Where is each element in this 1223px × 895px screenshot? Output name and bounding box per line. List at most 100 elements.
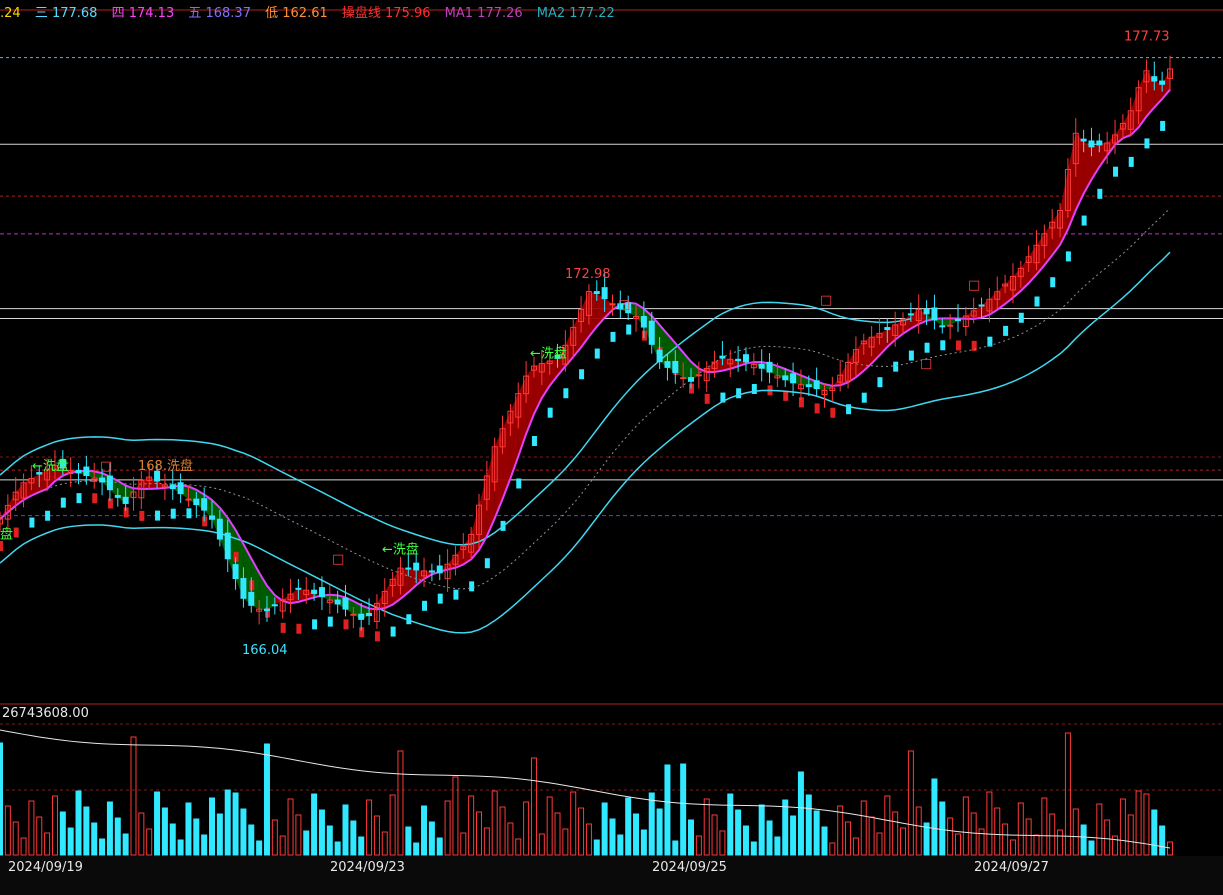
volume-readout: 26743608.00 (2, 706, 89, 721)
volume-bar-130 (1017, 802, 1024, 856)
volume-bar-146 (1143, 793, 1150, 856)
volume-bar-33 (256, 840, 263, 856)
volume-bar-97 (758, 804, 765, 856)
volume-bar-67 (523, 801, 530, 856)
volume-bar-50 (389, 794, 396, 856)
volume-bar-117 (915, 806, 922, 856)
support-step-44 (343, 619, 349, 630)
volume-bar-42 (326, 825, 333, 856)
candle-body-55 (428, 570, 435, 573)
candle-body-44 (342, 597, 349, 610)
candle-body-27 (209, 515, 216, 520)
volume-bar-137 (1072, 808, 1079, 856)
candle-body-14 (106, 475, 113, 491)
volume-bar-40 (311, 793, 318, 856)
volume-bar-21 (161, 807, 168, 856)
volume-bar-85 (664, 764, 671, 856)
volume-bar-148 (1159, 825, 1166, 856)
support-step-96 (751, 383, 757, 394)
volume-bar-7 (51, 795, 58, 856)
volume-bar-16 (122, 833, 129, 856)
volume-bar-90 (703, 798, 710, 856)
volume-bar-134 (1049, 813, 1056, 856)
legend-item-7: MA2 177.22 (536, 6, 615, 21)
support-step-72 (563, 388, 569, 399)
candle-body-78 (609, 303, 616, 306)
candle-body-103 (805, 384, 812, 388)
candle-body-92 (719, 355, 726, 359)
support-step-122 (955, 340, 961, 351)
candlestick-chart[interactable]: 177.73 166.04 172.98 ←洗盘 168.洗盘盘 ←洗盘 ←洗盘 □ □ □ □ □ □ (0, 0, 1223, 895)
annotation-7: □ (618, 298, 630, 313)
volume-bar-135 (1057, 829, 1064, 856)
volume-bar-98 (766, 820, 773, 856)
support-step-90 (704, 393, 710, 404)
volume-bar-119 (931, 778, 938, 856)
volume-bar-125 (978, 828, 985, 856)
volume-bar-2 (12, 821, 19, 856)
volume-bar-11 (83, 806, 90, 856)
volume-bar-66 (515, 838, 522, 856)
volume-bar-72 (562, 828, 569, 856)
candle-body-23 (177, 482, 184, 495)
volume-bar-48 (373, 815, 380, 856)
volume-bar-5 (36, 816, 43, 856)
support-step-56 (437, 593, 443, 604)
volume-bar-46 (358, 836, 365, 856)
candle-body-95 (742, 354, 749, 363)
candle-body-29 (224, 532, 231, 560)
volume-bar-124 (970, 812, 977, 856)
volume-bar-81 (633, 813, 640, 856)
candle-body-140 (1096, 140, 1103, 146)
volume-bar-15 (114, 817, 121, 856)
candle-body-98 (766, 361, 773, 373)
support-step-60 (469, 581, 475, 592)
volume-bar-28 (216, 813, 223, 856)
support-step-40 (312, 619, 318, 630)
volume-bar-52 (405, 826, 412, 856)
volume-bar-133 (1041, 797, 1048, 856)
candle-body-119 (931, 307, 938, 321)
volume-bar-88 (688, 819, 695, 856)
volume-bar-24 (185, 802, 192, 856)
support-step-128 (1003, 325, 1009, 336)
volume-bar-112 (876, 832, 883, 856)
volume-bar-13 (99, 838, 106, 856)
volume-bar-68 (530, 757, 537, 856)
volume-bar-27 (209, 797, 216, 856)
legend-item-6: MA1 177.26 (444, 6, 523, 21)
volume-bar-78 (609, 818, 616, 856)
volume-bar-83 (648, 792, 655, 856)
candle-body-138 (1080, 138, 1087, 142)
volume-bar-126 (986, 791, 993, 856)
support-step-74 (579, 369, 585, 380)
volume-bar-132 (1033, 834, 1040, 856)
volume-bar-138 (1080, 824, 1087, 856)
volume-bar-89 (695, 835, 702, 856)
volume-bar-56 (436, 837, 443, 856)
support-step-142 (1113, 166, 1119, 177)
volume-bar-96 (750, 841, 757, 856)
volume-bar-6 (44, 832, 51, 856)
volume-bar-102 (797, 771, 804, 856)
trend-band-seg-64 (494, 428, 503, 519)
volume-bar-122 (954, 833, 961, 856)
candle-body-139 (1088, 140, 1095, 148)
volume-bar-35 (271, 819, 278, 856)
low-price-label: 166.04 (242, 643, 288, 658)
volume-bar-51 (397, 750, 404, 856)
date-label-3: 2024/09/27 (974, 860, 1049, 875)
volume-bar-110 (860, 800, 867, 856)
mid-high-price-label: 172.98 (565, 267, 611, 282)
candle-body-53 (413, 562, 420, 571)
annotation-5: □ (100, 459, 112, 474)
volume-bar-32 (248, 824, 255, 856)
candle-body-45 (350, 613, 357, 616)
volume-bar-26 (201, 834, 208, 856)
support-step-114 (893, 361, 899, 372)
volume-bar-116 (907, 750, 914, 856)
support-step-106 (830, 407, 836, 418)
trend-band-layer (0, 68, 1170, 642)
volume-bar-140 (1096, 803, 1103, 856)
volume-bar-4 (28, 800, 35, 856)
